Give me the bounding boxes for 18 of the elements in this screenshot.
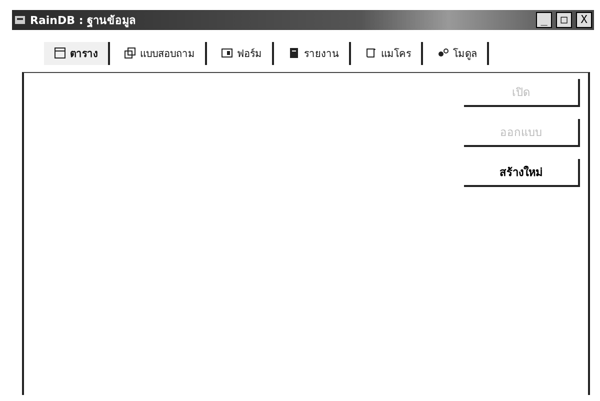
tab[interactable]: ฟอร์ม bbox=[211, 42, 274, 64]
tab[interactable]: ตาราง bbox=[44, 42, 110, 64]
action-button[interactable]: สร้างใหม่ bbox=[464, 159, 580, 187]
form-icon bbox=[221, 47, 233, 59]
window-control[interactable]: □ bbox=[556, 12, 572, 28]
tab[interactable]: โมดูล bbox=[427, 42, 489, 64]
tab[interactable]: แบบสอบถาม bbox=[114, 42, 207, 64]
table-icon bbox=[54, 47, 66, 59]
tab[interactable]: แมโคร bbox=[355, 42, 423, 64]
window-control[interactable]: _ bbox=[536, 12, 552, 28]
tab[interactable]: รายงาน bbox=[278, 42, 351, 64]
database-icon bbox=[14, 14, 26, 26]
report-icon bbox=[288, 47, 300, 59]
window-control[interactable]: X bbox=[576, 12, 592, 28]
module-icon bbox=[437, 47, 449, 59]
query-icon bbox=[124, 47, 136, 59]
window-title: RainDB : ฐานข้อมูล bbox=[30, 13, 138, 29]
scroll-icon bbox=[365, 47, 377, 59]
